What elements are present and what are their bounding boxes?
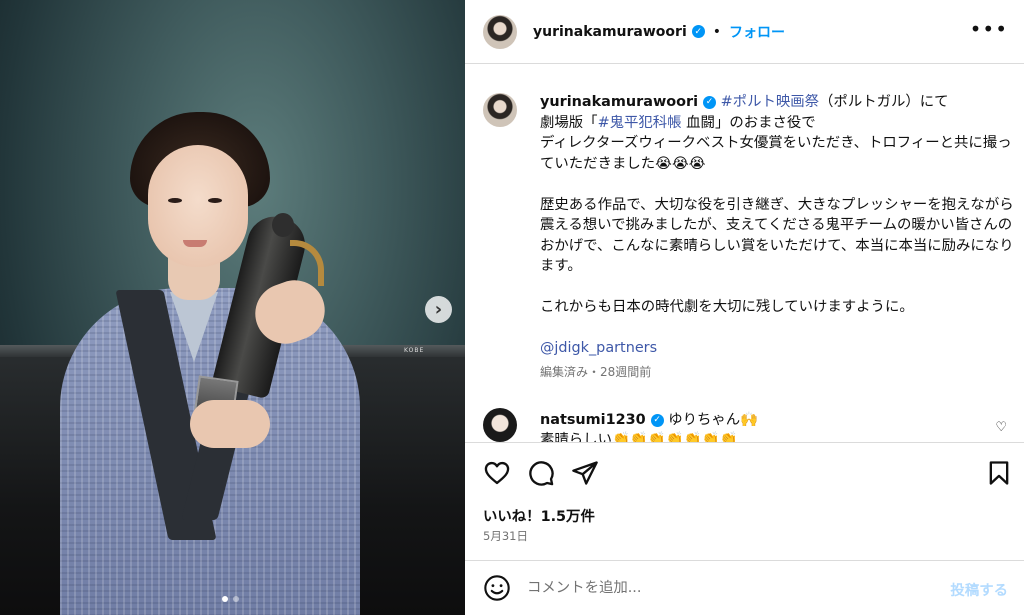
face [148,145,248,267]
share-paper-plane-icon[interactable] [571,459,599,487]
carousel-next-button[interactable]: › [425,296,452,323]
heart-icon[interactable] [483,459,511,487]
caption-paragraph-3: これからも日本の時代劇を大切に残していけますように。 [540,299,914,315]
eye-right [208,198,222,203]
author-username[interactable]: yurinakamurawoori [533,24,687,40]
commenter-avatar[interactable] [483,408,517,442]
likes-count[interactable]: いいね！1.5万件 [483,505,595,526]
carousel-dot [233,596,239,602]
carousel-dots [222,596,239,602]
separator-dot: • [712,23,722,40]
comment-text: ゆりちゃん🙌 [668,412,759,428]
comment-line-2: 素晴らしい👏👏👏👏👏👏👏 [540,432,738,442]
avatar[interactable] [483,14,517,49]
rail-label: KOBE [404,347,425,354]
chevron-right-icon: › [434,299,443,320]
mention-link[interactable]: @jdigk_partners [540,340,657,356]
caption-line2-rest: 血闘」のおまさ役で [681,114,816,131]
caption-line3: ディレクターズウィークベスト女優賞をいただき、トロフィーと共に撮っていただきまし… [540,135,1012,172]
post-header: yurinakamurawoori ✓ • フォロー ••• [465,0,1024,64]
verified-badge-icon: ✓ [703,95,717,109]
comment-input[interactable] [527,575,927,601]
emoji-icon[interactable] [483,574,511,602]
lips [183,240,207,247]
caption-line2-pre: 劇場版「 [540,114,598,131]
more-options-icon[interactable]: ••• [970,19,1008,39]
caption-meta: 編集済み・28週間前 [540,365,652,379]
caption-line1-rest: （ポルトガル）にて [819,94,949,110]
bookmark-icon[interactable] [985,459,1013,487]
post-date[interactable]: 5月31日 [483,528,528,544]
comments-scroll-area[interactable]: yurinakamurawoori ✓ #ポルト映画祭（ポルトガル）にて 劇場版「… [465,65,1024,442]
caption: yurinakamurawoori ✓ #ポルト映画祭（ポルトガル）にて 劇場版「… [540,92,1015,359]
hashtag-link-porto[interactable]: #ポルト映画祭 [721,94,819,110]
hand-lower [190,400,270,448]
post-panel: yurinakamurawoori ✓ • フォロー ••• yurinakam… [465,0,1024,615]
follow-button[interactable]: フォロー [729,22,785,42]
commenter-username[interactable]: natsumi1230 [540,412,646,428]
caption-paragraph-1: yurinakamurawoori ✓ #ポルト映画祭（ポルトガル）にて 劇場版「… [540,92,1015,174]
carousel-dot-active [222,596,228,602]
verified-badge-icon: ✓ [650,413,664,427]
trophy-head [272,213,294,237]
comment-like-heart-icon[interactable]: ♡ [995,420,1007,435]
add-comment-bar: 投稿する [465,560,1024,615]
action-bar [465,442,1024,504]
eye-left [168,198,182,203]
post-media[interactable]: KOBE › [0,0,465,615]
hashtag-link-onihei[interactable]: #鬼平犯科帳 [598,115,682,131]
caption-paragraph-2: 歴史ある作品で、大切な役を引き継ぎ、大きなプレッシャーを抱えながら震える想いで挑… [540,196,1014,275]
comment-line-1: natsumi1230 ✓ ゆりちゃん🙌 [540,410,758,430]
post-comment-button[interactable]: 投稿する [950,579,1008,600]
verified-badge-icon: ✓ [691,25,705,38]
caption-avatar[interactable] [483,93,517,127]
caption-username[interactable]: yurinakamurawoori [540,94,698,110]
comment-bubble-icon[interactable] [527,459,555,487]
